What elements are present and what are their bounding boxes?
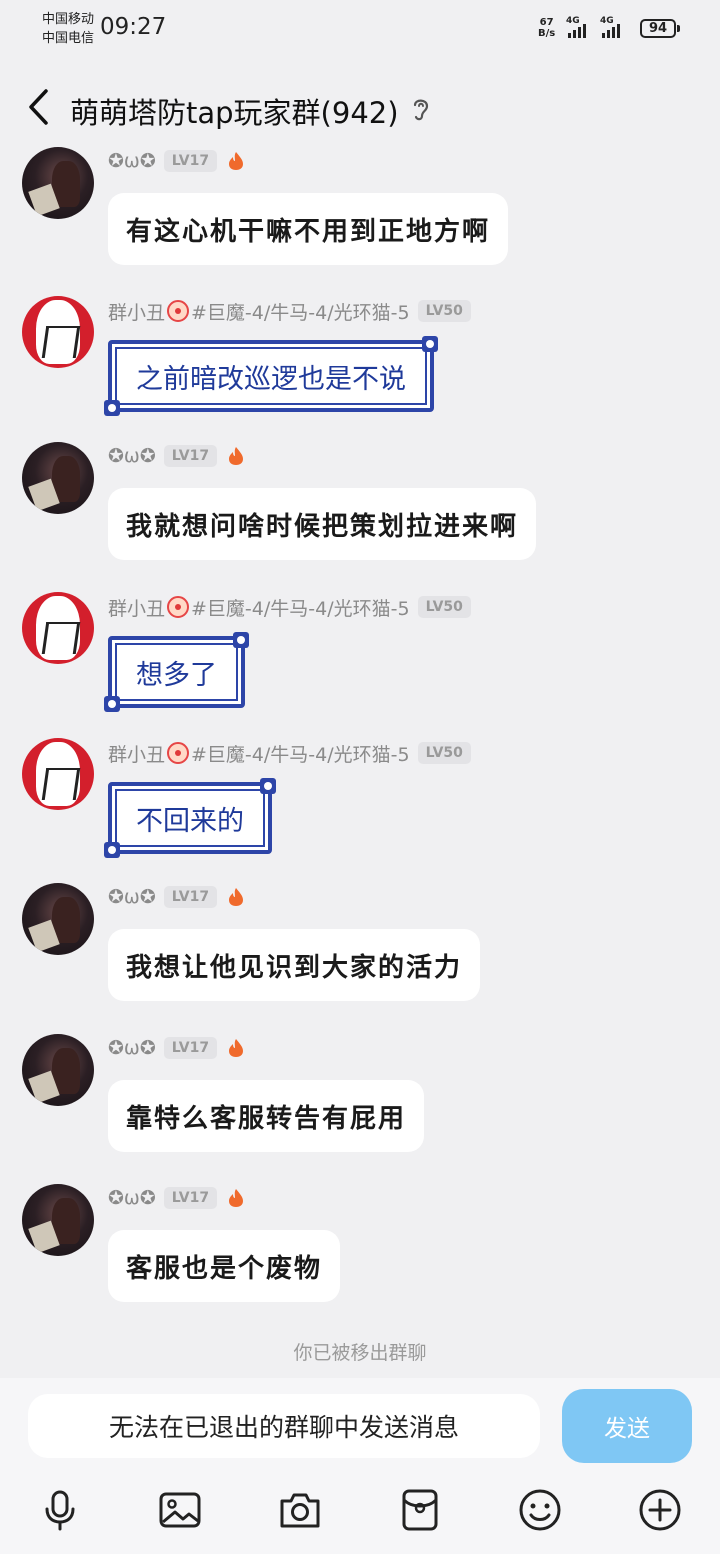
plus-icon[interactable] — [638, 1488, 682, 1532]
input-area: 无法在已退出的群聊中发送消息 发送 — [0, 1378, 720, 1554]
fire-icon — [229, 447, 244, 465]
sender-name[interactable]: ✪ω✪ — [108, 1187, 156, 1209]
sender-name[interactable]: ✪ω✪ — [108, 150, 156, 172]
back-icon[interactable] — [26, 88, 52, 126]
carrier-2: 中国电信 — [42, 31, 95, 46]
message-bubble[interactable]: 靠特么客服转告有屁用 — [108, 1080, 425, 1152]
sender-name-prefix[interactable]: 群小丑 — [108, 740, 165, 767]
avatar[interactable] — [22, 883, 94, 955]
system-notice: 你已被移出群聊 — [293, 1342, 427, 1364]
fire-icon — [229, 1189, 244, 1207]
battery-icon: 94 — [640, 19, 680, 38]
red-packet-icon[interactable] — [398, 1488, 442, 1532]
level-badge: LV17 — [163, 1187, 218, 1209]
fire-icon — [229, 1039, 244, 1057]
chat-title[interactable]: 萌萌塔防tap玩家群(942) — [70, 90, 399, 132]
message-bubble[interactable]: 不回来的 — [104, 778, 276, 858]
sender-line: 群小丑 #巨魔-4/牛马-4/光环猫-5 LV50 — [108, 298, 471, 324]
level-badge: LV17 — [163, 886, 218, 908]
sender-line: 群小丑 #巨魔-4/牛马-4/光环猫-5 LV50 — [108, 740, 471, 766]
message-text: 之前暗改巡逻也是不说 — [136, 363, 406, 395]
level-badge: LV50 — [417, 596, 471, 618]
network-speed-unit: B/s — [538, 28, 556, 39]
bubble-corner-ornament — [104, 842, 120, 858]
message-bubble[interactable]: 我想让他见识到大家的活力 — [108, 929, 481, 1001]
sender-name[interactable]: ✪ω✪ — [108, 445, 156, 467]
bubble-corner-ornament — [233, 632, 249, 648]
message-input[interactable]: 无法在已退出的群聊中发送消息 — [28, 1394, 540, 1458]
status-bar: 中国移动 中国电信 09:27 67 B/s 4G 4G 94 — [0, 0, 720, 56]
ear-icon[interactable] — [410, 96, 432, 122]
level-badge: LV17 — [163, 445, 218, 467]
sender-name-suffix[interactable]: #巨魔-4/牛马-4/光环猫-5 — [191, 594, 410, 621]
input-toolbar — [0, 1482, 720, 1538]
carrier-1: 中国移动 — [42, 12, 95, 27]
message-bubble[interactable]: 有这心机干嘛不用到正地方啊 — [108, 193, 509, 265]
avatar[interactable] — [22, 147, 94, 219]
sender-line: ✪ω✪ LV17 — [108, 148, 245, 174]
avatar[interactable] — [22, 1034, 94, 1106]
message-bubble[interactable]: 我就想问啥时候把策划拉进来啊 — [108, 488, 537, 560]
clown-icon — [167, 742, 190, 764]
sender-line: ✪ω✪ LV17 — [108, 884, 245, 910]
message-text: 不回来的 — [136, 805, 244, 837]
avatar[interactable] — [22, 442, 94, 514]
sender-name-suffix[interactable]: #巨魔-4/牛马-4/光环猫-5 — [191, 740, 410, 767]
send-button[interactable]: 发送 — [562, 1389, 692, 1463]
clown-icon — [167, 300, 190, 322]
network-speed: 67 B/s — [538, 17, 555, 39]
camera-icon[interactable] — [278, 1488, 322, 1532]
bubble-corner-ornament — [260, 778, 276, 794]
clown-icon — [167, 596, 190, 618]
message-bubble[interactable]: 之前暗改巡逻也是不说 — [104, 336, 438, 416]
fire-icon — [229, 888, 244, 906]
sender-name[interactable]: ✪ω✪ — [108, 886, 156, 908]
sender-name-suffix[interactable]: #巨魔-4/牛马-4/光环猫-5 — [191, 298, 410, 325]
sender-line: 群小丑 #巨魔-4/牛马-4/光环猫-5 LV50 — [108, 594, 471, 620]
clock: 09:27 — [100, 14, 167, 40]
carrier-info: 中国移动 中国电信 — [42, 10, 94, 48]
avatar[interactable] — [22, 738, 94, 810]
microphone-icon[interactable] — [38, 1488, 82, 1532]
level-badge: LV50 — [417, 742, 471, 764]
message-bubble[interactable]: 想多了 — [104, 632, 249, 712]
sender-name-prefix[interactable]: 群小丑 — [108, 594, 165, 621]
chat-header: 萌萌塔防tap玩家群(942) — [0, 56, 720, 152]
bubble-corner-ornament — [104, 400, 120, 416]
avatar[interactable] — [22, 1184, 94, 1256]
sender-line: ✪ω✪ LV17 — [108, 1185, 245, 1211]
level-badge: LV50 — [417, 300, 471, 322]
sender-name[interactable]: ✪ω✪ — [108, 1037, 156, 1059]
bubble-corner-ornament — [422, 336, 438, 352]
sender-name-prefix[interactable]: 群小丑 — [108, 298, 165, 325]
avatar[interactable] — [22, 296, 94, 368]
sender-line: ✪ω✪ LV17 — [108, 1035, 245, 1061]
message-text: 想多了 — [136, 659, 217, 691]
avatar[interactable] — [22, 592, 94, 664]
fire-icon — [229, 152, 244, 170]
level-badge: LV17 — [163, 150, 218, 172]
network-speed-value: 67 — [539, 17, 554, 28]
level-badge: LV17 — [163, 1037, 218, 1059]
bubble-corner-ornament — [104, 696, 120, 712]
image-icon[interactable] — [158, 1488, 202, 1532]
message-bubble[interactable]: 客服也是个废物 — [108, 1230, 341, 1302]
sender-line: ✪ω✪ LV17 — [108, 443, 245, 469]
emoji-icon[interactable] — [518, 1488, 562, 1532]
